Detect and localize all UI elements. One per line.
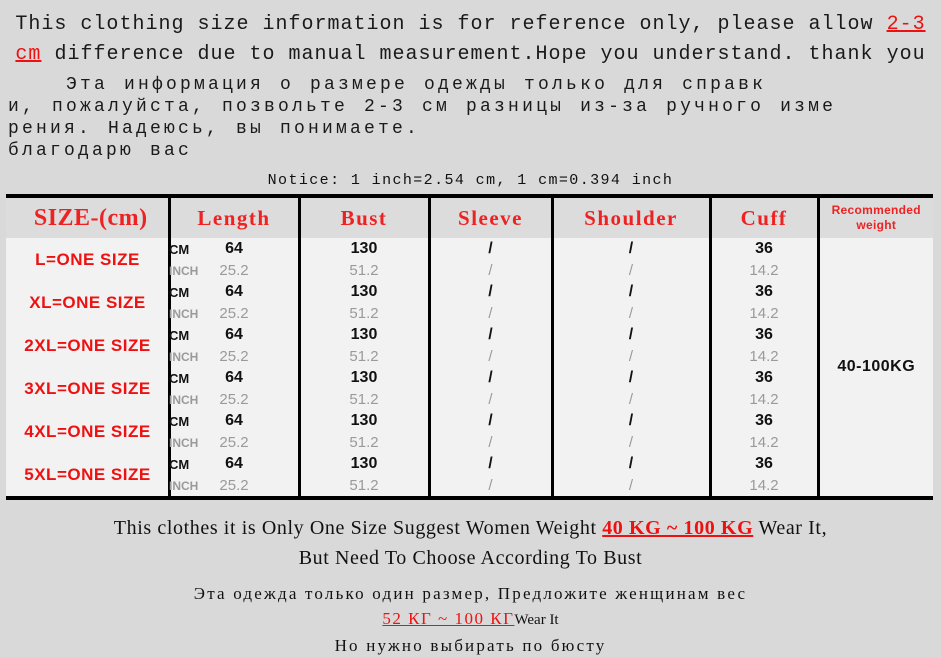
russian-notice-line-2: и, пожалуйста, позвольте 2-3 см разницы … bbox=[8, 96, 937, 118]
cell-recommended-weight: 40-100KG bbox=[818, 238, 933, 498]
cell-bust-cm: 130 bbox=[299, 453, 429, 475]
cell-cuff-inch: 14.2 bbox=[710, 475, 818, 498]
cell-shoulder-inch: / bbox=[552, 389, 710, 410]
table-row: XL=ONE SIZE CM 64 130 / / 36 bbox=[6, 281, 933, 303]
header-recommended-weight-line1: Recommended bbox=[832, 203, 921, 217]
cell-bust-cm: 130 bbox=[299, 410, 429, 432]
cell-bust-inch: 51.2 bbox=[299, 389, 429, 410]
header-bust: Bust bbox=[299, 196, 429, 238]
size-label: L=ONE SIZE bbox=[6, 238, 169, 281]
cell-sleeve-inch: / bbox=[429, 475, 552, 498]
bottom-english-line1-before: This clothes it is Only One Size Suggest… bbox=[114, 517, 602, 539]
cell-cuff-inch: 14.2 bbox=[710, 346, 818, 367]
bottom-russian-line3: Но нужно выбирать по бюсту bbox=[10, 633, 931, 658]
cell-shoulder-inch: / bbox=[552, 260, 710, 281]
size-table-container: SIZE-(cm) Length Bust Sleeve Shoulder Cu… bbox=[0, 194, 941, 500]
cell-sleeve-cm: / bbox=[429, 238, 552, 260]
cell-cuff-cm: 36 bbox=[710, 281, 818, 303]
cell-sleeve-inch: / bbox=[429, 303, 552, 324]
cell-sleeve-inch: / bbox=[429, 389, 552, 410]
cell-shoulder-cm: / bbox=[552, 324, 710, 346]
table-row: 4XL=ONE SIZE CM 64 130 / / 36 bbox=[6, 410, 933, 432]
table-row: 3XL=ONE SIZE CM 64 130 / / 36 bbox=[6, 367, 933, 389]
cell-shoulder-inch: / bbox=[552, 475, 710, 498]
cell-sleeve-cm: / bbox=[429, 281, 552, 303]
header-length: Length bbox=[169, 196, 299, 238]
table-row: L=ONE SIZE CM 64 130 / / 36 40-100KG bbox=[6, 238, 933, 260]
bottom-english-weight-highlight: 40 KG ~ 100 KG bbox=[602, 517, 753, 539]
bottom-russian-line2: 52 КГ ~ 100 КГWear It bbox=[10, 606, 931, 633]
cell-sleeve-inch: / bbox=[429, 346, 552, 367]
cell-shoulder-inch: / bbox=[552, 432, 710, 453]
cell-cuff-cm: 36 bbox=[710, 453, 818, 475]
cell-bust-cm: 130 bbox=[299, 324, 429, 346]
bottom-russian-weight-highlight: 52 КГ ~ 100 КГ bbox=[382, 609, 514, 628]
russian-notice-line-4: благодарю вас bbox=[8, 140, 937, 162]
cell-sleeve-inch: / bbox=[429, 432, 552, 453]
top-notice-text-after: difference due to manual measurement.Hop… bbox=[41, 43, 925, 66]
size-label: XL=ONE SIZE bbox=[6, 281, 169, 324]
bottom-english-line1-after: Wear It, bbox=[753, 517, 827, 539]
bottom-russian-line1: Эта одежда только один размер, Предложит… bbox=[10, 581, 931, 606]
table-row: 2XL=ONE SIZE CM 64 130 / / 36 bbox=[6, 324, 933, 346]
header-cuff: Cuff bbox=[710, 196, 818, 238]
cell-sleeve-cm: / bbox=[429, 324, 552, 346]
header-recommended-weight: Recommended weight bbox=[818, 196, 933, 238]
unit-conversion-notice: Notice: 1 inch=2.54 cm, 1 cm=0.394 inch bbox=[0, 166, 941, 194]
size-label: 3XL=ONE SIZE bbox=[6, 367, 169, 410]
cell-shoulder-inch: / bbox=[552, 303, 710, 324]
cell-cuff-inch: 14.2 bbox=[710, 303, 818, 324]
cell-sleeve-cm: / bbox=[429, 367, 552, 389]
russian-notice-line-1: Эта информация о размере одежды только д… bbox=[8, 74, 937, 96]
size-label: 5XL=ONE SIZE bbox=[6, 453, 169, 498]
table-header: SIZE-(cm) Length Bust Sleeve Shoulder Cu… bbox=[6, 196, 933, 238]
bottom-english-block: This clothes it is Only One Size Suggest… bbox=[0, 500, 941, 575]
size-label: 4XL=ONE SIZE bbox=[6, 410, 169, 453]
table-header-row: SIZE-(cm) Length Bust Sleeve Shoulder Cu… bbox=[6, 196, 933, 238]
cell-sleeve-cm: / bbox=[429, 453, 552, 475]
cell-cuff-inch: 14.2 bbox=[710, 260, 818, 281]
cell-bust-cm: 130 bbox=[299, 238, 429, 260]
cell-bust-cm: 130 bbox=[299, 281, 429, 303]
bottom-russian-block: Эта одежда только один размер, Предложит… bbox=[0, 575, 941, 658]
cell-cuff-cm: 36 bbox=[710, 238, 818, 260]
size-label: 2XL=ONE SIZE bbox=[6, 324, 169, 367]
size-chart-table: SIZE-(cm) Length Bust Sleeve Shoulder Cu… bbox=[6, 194, 933, 500]
cell-shoulder-cm: / bbox=[552, 453, 710, 475]
header-sleeve: Sleeve bbox=[429, 196, 552, 238]
bottom-russian-wear-it: Wear It bbox=[514, 612, 558, 628]
cell-cuff-inch: 14.2 bbox=[710, 432, 818, 453]
table-row: 5XL=ONE SIZE CM 64 130 / / 36 bbox=[6, 453, 933, 475]
cell-bust-inch: 51.2 bbox=[299, 260, 429, 281]
cell-cuff-cm: 36 bbox=[710, 367, 818, 389]
cell-cuff-cm: 36 bbox=[710, 324, 818, 346]
cell-shoulder-inch: / bbox=[552, 346, 710, 367]
cell-sleeve-cm: / bbox=[429, 410, 552, 432]
cell-shoulder-cm: / bbox=[552, 238, 710, 260]
cell-shoulder-cm: / bbox=[552, 367, 710, 389]
top-notice-block: This clothing size information is for re… bbox=[0, 0, 941, 72]
cell-bust-inch: 51.2 bbox=[299, 346, 429, 367]
table-body: L=ONE SIZE CM 64 130 / / 36 40-100KG INC… bbox=[6, 238, 933, 498]
cell-shoulder-cm: / bbox=[552, 410, 710, 432]
header-shoulder: Shoulder bbox=[552, 196, 710, 238]
cell-cuff-inch: 14.2 bbox=[710, 389, 818, 410]
cell-cuff-cm: 36 bbox=[710, 410, 818, 432]
russian-notice-line-3: рения. Надеюсь, вы понимаете. bbox=[8, 118, 937, 140]
cell-bust-inch: 51.2 bbox=[299, 303, 429, 324]
cell-bust-inch: 51.2 bbox=[299, 475, 429, 498]
header-size: SIZE-(cm) bbox=[6, 196, 169, 238]
bottom-english-line2: But Need To Choose According To Bust bbox=[10, 543, 931, 573]
cell-sleeve-inch: / bbox=[429, 260, 552, 281]
cell-bust-inch: 51.2 bbox=[299, 432, 429, 453]
cell-bust-cm: 130 bbox=[299, 367, 429, 389]
header-recommended-weight-line2: weight bbox=[856, 218, 896, 232]
top-notice-text-before: This clothing size information is for re… bbox=[15, 13, 886, 36]
russian-notice-block: Эта информация о размере одежды только д… bbox=[0, 72, 941, 166]
cell-shoulder-cm: / bbox=[552, 281, 710, 303]
